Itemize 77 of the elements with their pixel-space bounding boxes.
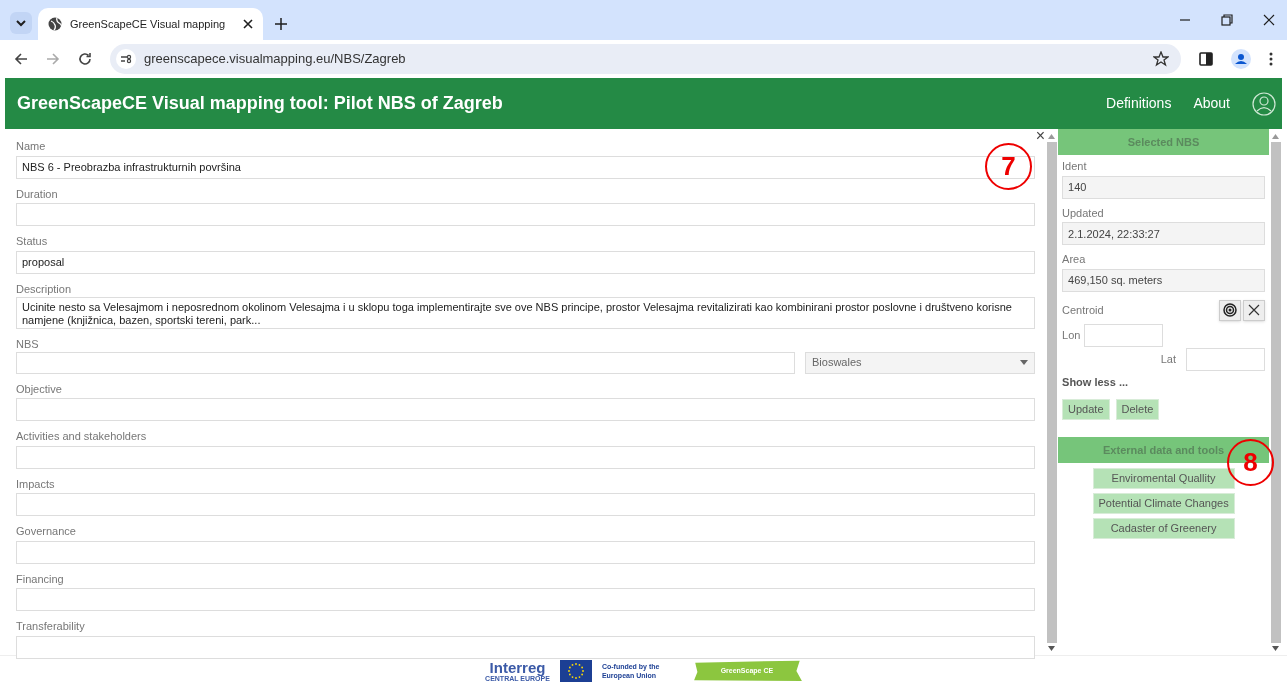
text-field[interactable]	[16, 540, 1036, 564]
tool-button[interactable]: Enviromental Quallity	[1092, 468, 1235, 489]
globe-icon	[48, 17, 62, 31]
text-field[interactable]: 469,150 sq. meters	[1062, 268, 1266, 292]
tool-button[interactable]: Potential Climate Changes	[1092, 493, 1235, 514]
dropdown-value: Bioswales	[812, 355, 862, 371]
forward-arrow-icon	[46, 52, 60, 66]
field-label: Governance	[16, 524, 77, 539]
side-panel-icon[interactable]	[1199, 52, 1213, 66]
callout-number: 7	[985, 143, 1032, 190]
field-label: Area	[1062, 252, 1087, 267]
text-field[interactable]	[16, 493, 1036, 516]
callout-number: 8	[1227, 439, 1274, 486]
field-label: Duration	[16, 186, 59, 202]
tab-list-icon[interactable]	[10, 12, 32, 34]
text-field[interactable]: 140	[1062, 175, 1266, 199]
field-label: Updated	[1062, 205, 1105, 221]
text-field[interactable]	[1084, 323, 1164, 347]
back-arrow-icon[interactable]	[14, 52, 28, 66]
close-icon	[1248, 304, 1261, 316]
profile-icon[interactable]	[1231, 49, 1251, 69]
field-label: Financing	[16, 571, 65, 587]
user-account-icon[interactable]	[1252, 91, 1276, 116]
field-label: Description	[16, 281, 73, 297]
target-icon	[1223, 303, 1238, 317]
caret-icon	[1020, 360, 1029, 365]
text-field[interactable]: 2.1.2024, 22:33:27	[1062, 222, 1266, 245]
text-field[interactable]	[16, 588, 1036, 611]
action-button[interactable]: Update	[1062, 399, 1110, 420]
target-button[interactable]	[1219, 299, 1242, 321]
scroll-down-icon[interactable]	[1272, 646, 1279, 651]
close-icon[interactable]	[1263, 14, 1275, 26]
tab-title: GreenScapeCE Visual mapping	[70, 16, 227, 32]
field-label: Objective	[16, 381, 63, 397]
field-label: Lon	[1062, 327, 1081, 343]
text-field[interactable]: proposal	[16, 250, 1036, 274]
browser-tab[interactable]: GreenScapeCE Visual mapping	[38, 8, 263, 40]
clear-button[interactable]	[1243, 299, 1266, 321]
address-bar[interactable]: greenscapece.visualmapping.eu/NBS/Zagreb	[110, 44, 1181, 74]
show-less-link[interactable]: Show less ...	[1062, 373, 1266, 390]
text-field[interactable]	[16, 445, 1036, 469]
scroll-up-icon[interactable]	[1048, 134, 1056, 139]
text-field[interactable]	[16, 203, 1036, 226]
field-label: Impacts	[16, 476, 56, 492]
field-label: Activities and stakeholders	[16, 429, 148, 444]
eu-flag-icon	[559, 660, 592, 682]
field-label: Status	[16, 234, 49, 249]
restore-icon[interactable]	[1221, 14, 1233, 26]
panel-header: Selected NBS	[1058, 129, 1270, 155]
nav-link[interactable]: About	[1193, 93, 1230, 114]
field-label: Name	[16, 139, 47, 154]
app-title: GreenScapeCE Visual mapping tool: Pilot NBS of Zagreb	[17, 92, 504, 115]
interreg-logo-text: Interreg	[489, 660, 546, 675]
url-text: greenscapece.visualmapping.eu/NBS/Zagreb	[144, 50, 407, 69]
text-field[interactable]	[16, 398, 1036, 421]
field-label: NBS	[16, 336, 40, 352]
text-field[interactable]	[16, 351, 795, 374]
close-button[interactable]: ×	[1035, 128, 1046, 144]
close-icon[interactable]	[243, 19, 253, 29]
reload-icon[interactable]	[78, 52, 92, 66]
dropdown[interactable]: Bioswales	[805, 351, 1036, 374]
action-button[interactable]: Delete	[1115, 399, 1160, 420]
more-menu-icon[interactable]	[1269, 52, 1273, 66]
text-area[interactable]: Ucinite nesto sa Velesajmom i neposrednom okolinom Velesajma i u sklopu toga implementirajte sve ove NBS principe, prostor Velesajma revitalizirati kao kombinirani prostor poslovne i društveno korisne namjene (knjižnica, bazen, sportski tereni, park...	[16, 296, 1036, 329]
tool-button[interactable]: Cadaster of Greenery	[1092, 518, 1235, 539]
site-settings-icon[interactable]	[116, 49, 136, 69]
star-icon[interactable]	[1153, 51, 1169, 67]
field-label: Transferability	[16, 619, 86, 634]
scroll-up-icon[interactable]	[1272, 134, 1279, 139]
field-label: Lat	[1160, 351, 1177, 367]
text-field[interactable]	[1186, 347, 1266, 371]
text-field[interactable]	[16, 635, 1036, 659]
field-label: Centroid	[1062, 302, 1104, 318]
field-label: Ident	[1062, 159, 1088, 174]
scroll-down-icon[interactable]	[1048, 646, 1056, 651]
nav-link[interactable]: Definitions	[1106, 93, 1172, 114]
new-tab-icon[interactable]	[275, 18, 287, 30]
